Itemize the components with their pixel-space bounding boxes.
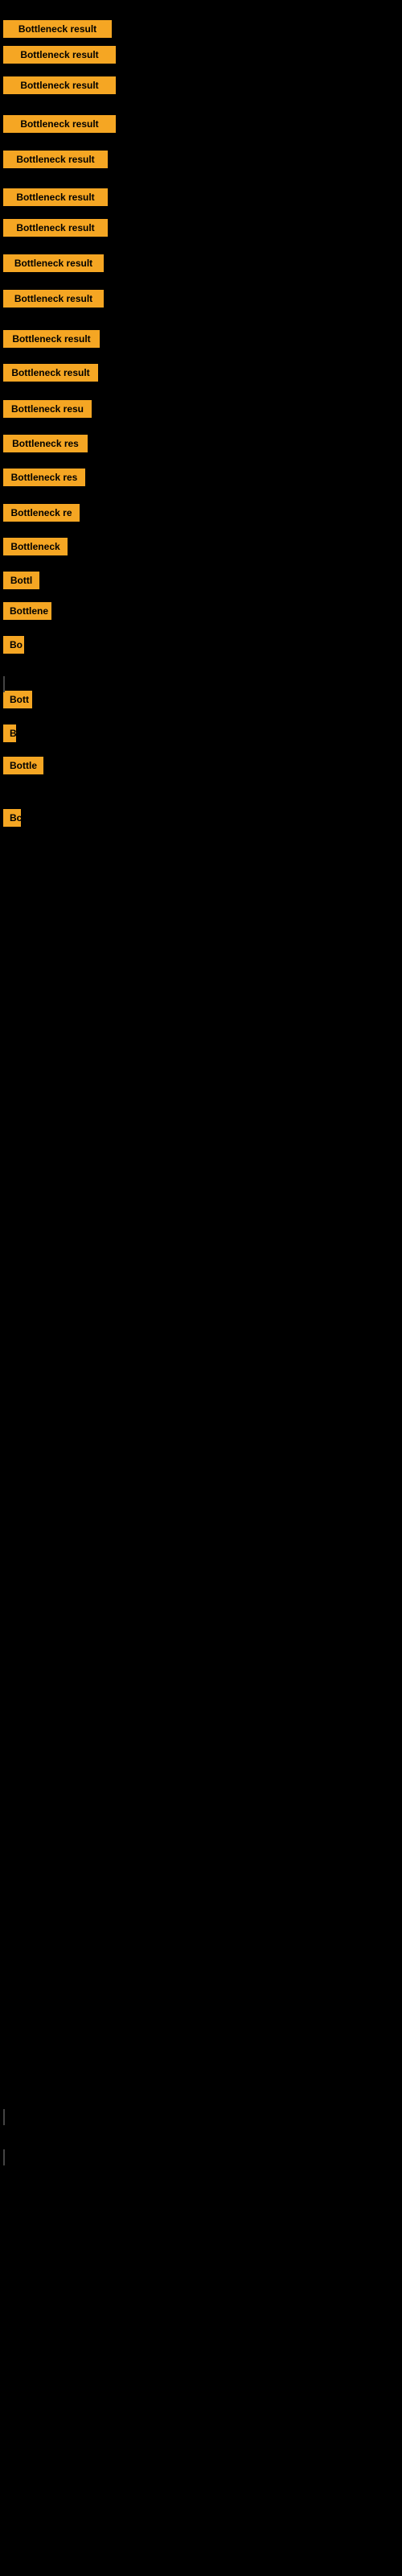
bottleneck-result-label[interactable]: B <box>3 724 16 742</box>
vertical-line <box>3 2149 5 2165</box>
bottleneck-result-button[interactable]: Bottleneck res <box>3 469 85 486</box>
site-title <box>0 3 402 13</box>
bottleneck-result-label[interactable]: Bottleneck result <box>3 330 100 348</box>
bottleneck-result-button[interactable]: Bottleneck res <box>3 435 88 452</box>
bottleneck-result-button[interactable]: Bottleneck result <box>3 219 108 237</box>
bottleneck-result-button[interactable]: Bottleneck re <box>3 504 80 522</box>
bottleneck-result-label[interactable]: Bottleneck resu <box>3 400 92 418</box>
bottleneck-result-label[interactable]: Bottleneck result <box>3 20 112 38</box>
bottleneck-result-label[interactable]: Bottleneck result <box>3 76 116 94</box>
bottleneck-result-label[interactable]: Bottleneck result <box>3 151 108 168</box>
bottleneck-result-label[interactable]: Bc <box>3 809 21 827</box>
bottleneck-result-label[interactable]: Bottl <box>3 572 39 589</box>
bottleneck-result-button[interactable]: Bottle <box>3 757 43 774</box>
bottleneck-result-button[interactable]: Bottleneck result <box>3 20 112 38</box>
bottleneck-result-label[interactable]: Bottleneck <box>3 538 68 555</box>
bottleneck-result-button[interactable]: Bottleneck result <box>3 46 116 64</box>
bottleneck-result-button[interactable]: Bo <box>3 636 24 654</box>
bottleneck-result-button[interactable]: Bottleneck resu <box>3 400 92 418</box>
bottleneck-result-button[interactable]: Bc <box>3 809 21 827</box>
vertical-line <box>3 676 5 692</box>
bottleneck-result-button[interactable]: Bott <box>3 691 32 708</box>
bottleneck-result-label[interactable]: Bottleneck result <box>3 364 98 382</box>
bottleneck-result-button[interactable]: Bottleneck result <box>3 330 100 348</box>
bottleneck-result-label[interactable]: Bottleneck res <box>3 469 85 486</box>
bottleneck-result-button[interactable]: B <box>3 724 16 742</box>
bottleneck-result-button[interactable]: Bottleneck result <box>3 364 98 382</box>
bottleneck-result-label[interactable]: Bottle <box>3 757 43 774</box>
bottleneck-result-label[interactable]: Bott <box>3 691 32 708</box>
bottleneck-result-button[interactable]: Bottlene <box>3 602 51 620</box>
bottleneck-result-button[interactable]: Bottleneck result <box>3 254 104 272</box>
bottleneck-result-button[interactable]: Bottleneck result <box>3 76 116 94</box>
bottleneck-result-button[interactable]: Bottleneck result <box>3 290 104 308</box>
bottleneck-result-label[interactable]: Bottleneck result <box>3 115 116 133</box>
bottleneck-result-label[interactable]: Bottleneck result <box>3 290 104 308</box>
bottleneck-result-label[interactable]: Bottleneck res <box>3 435 88 452</box>
bottleneck-result-button[interactable]: Bottleneck result <box>3 188 108 206</box>
bottleneck-result-label[interactable]: Bottleneck re <box>3 504 80 522</box>
bottleneck-result-label[interactable]: Bottleneck result <box>3 254 104 272</box>
bottleneck-result-button[interactable]: Bottleneck <box>3 538 68 555</box>
bottleneck-result-button[interactable]: Bottleneck result <box>3 151 108 168</box>
vertical-line <box>3 2109 5 2125</box>
bottleneck-result-label[interactable]: Bottleneck result <box>3 219 108 237</box>
bottleneck-result-button[interactable]: Bottleneck result <box>3 115 116 133</box>
bottleneck-result-button[interactable]: Bottl <box>3 572 39 589</box>
bottleneck-result-label[interactable]: Bottleneck result <box>3 188 108 206</box>
bottleneck-result-label[interactable]: Bo <box>3 636 24 654</box>
bottleneck-result-label[interactable]: Bottleneck result <box>3 46 116 64</box>
bottleneck-result-label[interactable]: Bottlene <box>3 602 51 620</box>
